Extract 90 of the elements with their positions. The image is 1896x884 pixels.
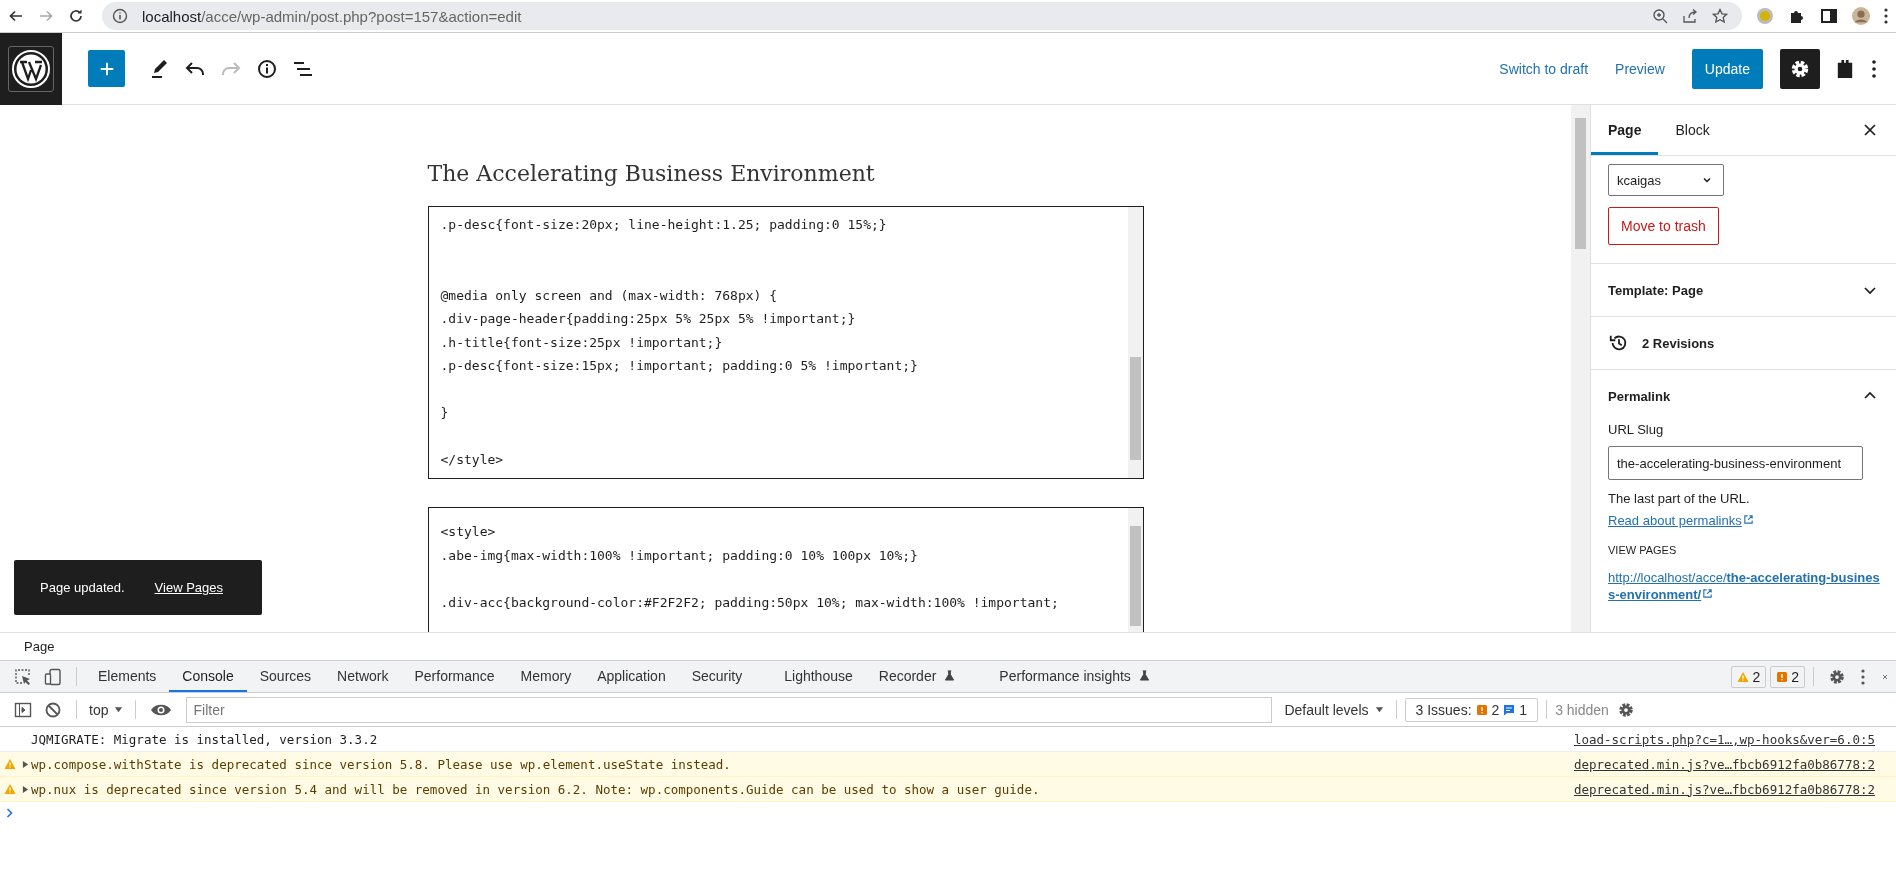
source-link[interactable]: deprecated.min.js?ve…fbcb6912fa0b86778:2 [1573,781,1875,797]
notice-message: Page updated. [40,580,125,595]
template-panel-toggle[interactable]: Template: Page [1591,264,1896,317]
sidebar-tab[interactable]: Block [1658,108,1727,155]
editor-scrollbar[interactable] [1571,105,1590,632]
options-icon[interactable] [1872,59,1876,78]
message-icon [1503,703,1516,716]
move-to-trash-button[interactable]: Move to trash [1608,207,1719,245]
devtools-tab[interactable]: Sources [246,661,325,692]
warning-icon [4,758,16,770]
page-url-link[interactable]: http://localhost/acce/the-accelerating-business-environment/ [1608,569,1880,603]
close-icon[interactable] [1862,122,1878,138]
devtools-tab[interactable]: Memory [507,661,585,692]
more-icon[interactable] [1860,668,1866,685]
view-pages-link[interactable]: View Pages [154,580,223,595]
expand-icon[interactable] [22,760,29,768]
dropdown-icon [114,705,124,714]
settings-button[interactable] [1780,48,1820,89]
devtools-tab[interactable]: Performance [401,661,508,692]
code-text: <style> .abe-img{max-width:100% !important; padding:0 10% 100px 10%;} .div-acc{background-color:#F2F2F2; padding:50px 10%; max-width:100% !important; [440,523,1060,612]
revisions-link[interactable]: 2 Revisions [1591,317,1896,370]
author-select[interactable]: kcaigas [1608,164,1724,196]
address-bar[interactable]: localhost/acce/wp-admin/post.php?post=157&action=edit [102,2,1742,30]
page-title[interactable]: The Accelerating Business Environment [427,161,1144,186]
devtools-tab[interactable]: Recorder [865,661,969,692]
issues-count[interactable]: 2 [1770,665,1805,688]
settings-icon[interactable] [1828,667,1846,686]
back-icon[interactable] [8,8,24,24]
permalink-help-text: The last part of the URL. Read about permalinks [1608,488,1880,532]
console-message: JQMIGRATE: Migrate is installed, version 3.3.2 [31,731,378,747]
url-text: localhost/acce/wp-admin/post.php?post=157&action=edit [142,7,522,25]
filter-field[interactable]: Filter [186,696,1273,723]
star-icon[interactable] [1712,8,1728,24]
code-scrollbar[interactable] [1127,508,1143,632]
inspect-icon[interactable] [14,667,32,686]
devtools-tab[interactable]: Console [169,661,247,692]
console-message: wp.nux is deprecated since version 5.4 and will be removed in version 6.2. Note: wp.components.Guide can be used to show a user guide. [31,781,1040,797]
update-button[interactable]: Update [1691,48,1763,89]
flask-icon [1138,670,1150,681]
breadcrumb[interactable]: Page [24,639,55,654]
code-scrollbar[interactable] [1127,207,1143,478]
view-pages-label: VIEW PAGES [1608,544,1677,556]
console-message: wp.compose.withState is deprecated since version 5.8. Please use wp.element.useState instead. [31,756,731,772]
eye-icon[interactable] [150,702,173,717]
expand-icon[interactable] [22,785,29,793]
external-link-icon [1742,514,1754,525]
add-block-button[interactable] [88,50,125,87]
url-slug-field[interactable]: the-accelerating-business-environment [1608,446,1863,480]
devtools-tab[interactable]: Lighthouse [771,661,866,692]
code-block[interactable] [427,206,1144,479]
code-text: .p-desc{font-size:20px; line-height:1.25; padding:0 15%;} @media only screen and (max-width: 768px) { .div-page-header{padding:25px 5% 25px 5% !important;} .h-title{font-size:25px !important;} .p-desc{font-size:15px; !important; padding:0 5% !important;} } </style> [440,216,919,469]
logo-icon [8,45,54,92]
preview-link[interactable]: Preview [1615,60,1665,77]
dropdown-icon [1374,705,1384,714]
avatar-icon[interactable] [1852,7,1870,25]
sidebar-tab[interactable]: Page [1591,108,1659,155]
settings-icon[interactable] [1616,700,1635,719]
issue-icon [1475,703,1488,716]
clear-console-icon[interactable] [44,700,62,719]
switch-to-draft-link[interactable]: Switch to draft [1499,60,1589,77]
device-icon[interactable] [44,667,62,686]
flask-icon [944,670,956,681]
devtools-tab[interactable]: Application [584,661,679,692]
warning-icon [1737,670,1750,683]
log-levels-select[interactable]: Default levels [1280,701,1388,718]
wordpress-logo[interactable] [0,32,62,105]
devtools-tab[interactable]: Performance insights [986,661,1163,692]
devtools-tab[interactable]: Security [678,661,756,692]
url-slug-label: URL Slug [1608,422,1664,437]
share-icon[interactable] [1682,8,1698,24]
devtools-tab[interactable]: Network [324,661,402,692]
issue-icon [1776,670,1789,683]
zoom-icon[interactable] [1652,8,1668,24]
external-link-icon [1702,588,1714,599]
permalink-panel-toggle[interactable]: Permalink [1591,370,1896,422]
hidden-count: 3 hidden [1555,701,1609,718]
source-link[interactable]: deprecated.min.js?ve…fbcb6912fa0b86778:2 [1573,756,1875,772]
devtools-tab[interactable]: Elements [85,661,170,692]
source-link[interactable]: load-scripts.php?c=1…,wp-hooks&ver=6.0:5 [1573,731,1875,747]
sidebar-toggle-icon[interactable] [14,700,32,719]
reload-icon[interactable] [68,8,84,24]
side-panel-icon[interactable] [1820,7,1838,25]
read-about-permalinks-link[interactable]: Read about permalinks [1608,513,1754,528]
prompt-icon[interactable] [6,808,14,818]
context-select[interactable]: top [85,701,128,718]
warnings-count[interactable]: 2 [1731,665,1767,688]
issues-button[interactable]: 3 Issues: 2 1 [1404,697,1539,722]
info-icon[interactable] [112,8,128,24]
warning-icon [4,783,16,795]
more-icon[interactable] [1884,8,1888,24]
